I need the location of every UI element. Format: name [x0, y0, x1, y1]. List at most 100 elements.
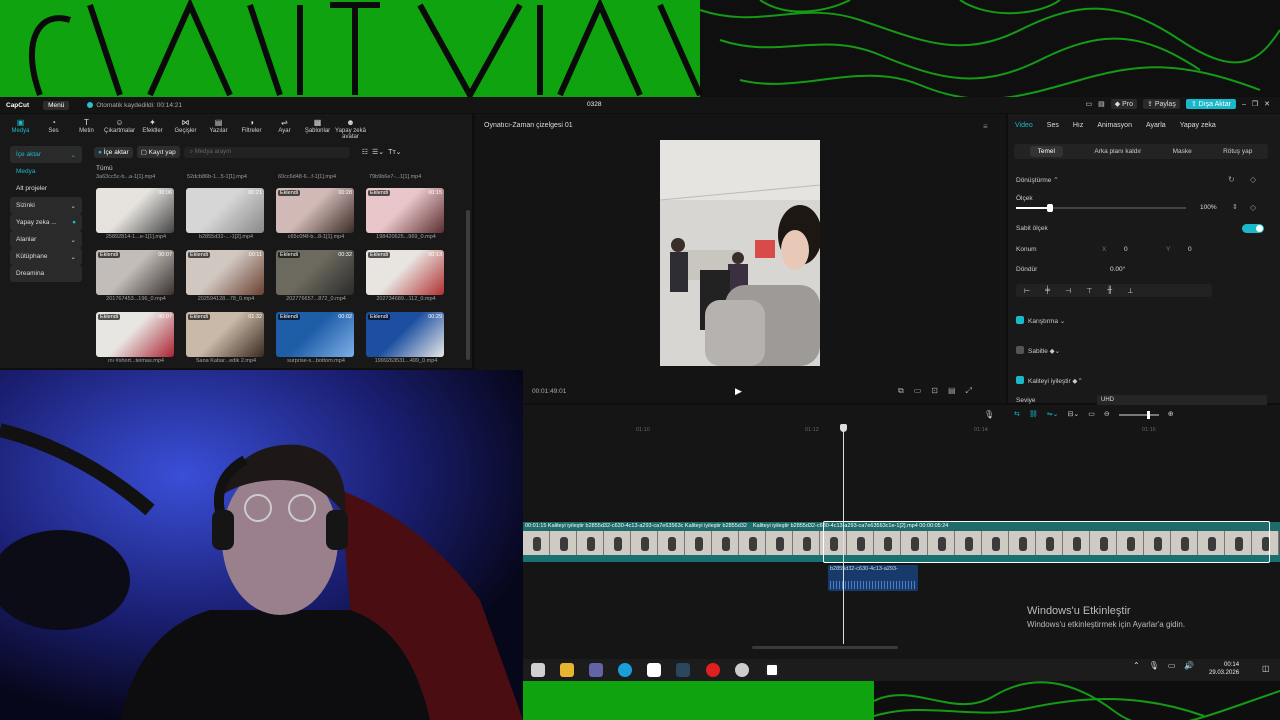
tool-sticker[interactable]: ☺ Çıkartmalar	[103, 118, 136, 140]
tab-video[interactable]: Video	[1015, 122, 1033, 129]
sidebar-item-media[interactable]: Medya	[10, 163, 82, 180]
network-icon[interactable]: ▭	[1168, 661, 1176, 670]
tool-templates[interactable]: ▦ Şablonlar	[301, 118, 334, 140]
scale-slider-handle[interactable]	[1047, 204, 1053, 212]
media-item[interactable]: Eklendi 00:11 202594128...78_0.mp4	[186, 250, 276, 312]
capcut-taskbar-icon[interactable]	[765, 663, 779, 677]
sidebar-item-spaces[interactable]: Alanlar ⌄	[10, 231, 82, 248]
crop-icon[interactable]: ⧉	[898, 386, 904, 396]
subtab-basic[interactable]: Temel	[1029, 146, 1063, 157]
align-middle-icon[interactable]: ╫	[1107, 287, 1112, 294]
record-button[interactable]: ▢ Kayıt yap	[136, 146, 180, 158]
media-item[interactable]: 00:21 b2855d32-...-1[2].mp4	[186, 188, 276, 250]
media-thumbnail[interactable]: Eklendi 00:32	[276, 250, 354, 295]
chevron-up-icon[interactable]: ⌃	[1133, 661, 1140, 670]
media-thumbnail[interactable]: Eklendi 00:07	[96, 250, 174, 295]
maximize-icon[interactable]: ❐	[1252, 100, 1258, 108]
subtab-mask[interactable]: Maske	[1173, 148, 1192, 155]
media-scrollbar[interactable]	[466, 210, 470, 360]
sort-icon[interactable]: ☰⌄	[372, 148, 384, 156]
media-thumbnail[interactable]: Eklendi 00:29	[366, 312, 444, 357]
transform-header[interactable]: Dönüştürme ⌃	[1016, 176, 1059, 184]
snap-icon[interactable]: ⇋⌄	[1047, 410, 1059, 418]
timeline-scrollbar[interactable]	[752, 646, 898, 649]
play-icon[interactable]: ▶	[735, 386, 742, 397]
layout-icon[interactable]: ▤	[948, 386, 956, 396]
fullscreen-icon[interactable]: ⤢	[966, 386, 972, 396]
magnet-icon[interactable]: ⇆	[1014, 410, 1020, 418]
sidebar-item-import[interactable]: İçe aktar ⌄	[10, 146, 82, 163]
search-input[interactable]: ⌕ Medya arayın	[183, 146, 350, 158]
align-left-icon[interactable]: ⊢	[1024, 287, 1030, 295]
media-thumbnail[interactable]: 00:06	[96, 188, 174, 233]
keyframe-icon[interactable]: ◇	[1250, 203, 1256, 212]
tool-media[interactable]: ▣ Medya	[4, 118, 37, 140]
tool-effects[interactable]: ✦ Efektler	[136, 118, 169, 140]
menu-icon[interactable]: ≡	[983, 122, 988, 131]
zoom-in-icon[interactable]: ⊕	[1168, 410, 1174, 418]
position-x-input[interactable]: 0	[1124, 246, 1128, 253]
tool-captions[interactable]: ▤ Yazılar	[202, 118, 235, 140]
zoom-out-icon[interactable]: ⊖	[1104, 410, 1110, 418]
media-thumbnail[interactable]: Eklendi 00:13	[366, 250, 444, 295]
scale-value[interactable]: 100%	[1200, 204, 1217, 211]
media-thumbnail[interactable]: Eklendi 00:07	[96, 312, 174, 357]
minimize-icon[interactable]: –	[1242, 101, 1246, 108]
preview-axis-icon[interactable]: ⊟⌄	[1068, 410, 1080, 418]
teams-icon[interactable]	[589, 663, 603, 677]
stepper-icon[interactable]: ⇕	[1232, 203, 1238, 211]
steam-icon[interactable]	[676, 663, 690, 677]
media-thumbnail[interactable]: Eklendi 00:15	[366, 188, 444, 233]
monitor-icon[interactable]: ▤	[1098, 100, 1105, 108]
enhance-section[interactable]: Kaliteyi iyileştir ◆⌃	[1016, 376, 1083, 385]
close-icon[interactable]: ✕	[1264, 100, 1270, 108]
playhead[interactable]	[843, 424, 844, 644]
media-item[interactable]: 00:06 25892814-1...e-1[1].mp4	[96, 188, 186, 250]
media-thumbnail[interactable]: Eklendi 00:28	[276, 188, 354, 233]
tool-adjust[interactable]: ⇌ Ayar	[268, 118, 301, 140]
uniform-scale-toggle[interactable]	[1242, 224, 1264, 233]
align-bottom-icon[interactable]: ⊥	[1127, 287, 1133, 295]
align-top-icon[interactable]: ⊤	[1086, 287, 1092, 295]
screenshot-icon[interactable]: ⊡	[931, 386, 938, 396]
ratio-icon[interactable]: ▭	[914, 386, 922, 396]
reset-icon[interactable]: ↻	[1228, 175, 1235, 184]
sidebar-item-yours[interactable]: Sizinki ⌄	[10, 197, 82, 214]
notification-icon[interactable]: ◫	[1262, 664, 1270, 673]
sidebar-item-ai[interactable]: Yapay zeka ... ●	[10, 214, 82, 231]
tool-text[interactable]: T Metin	[70, 118, 103, 140]
position-y-input[interactable]: 0	[1188, 246, 1192, 253]
microphone-icon[interactable]: 🎙	[984, 410, 994, 419]
sidebar-item-library[interactable]: Kütüphane ⌄	[10, 248, 82, 265]
tab-ai[interactable]: Yapay zeka	[1180, 122, 1216, 129]
edge-icon[interactable]	[618, 663, 632, 677]
task-view-icon[interactable]	[531, 663, 545, 677]
blend-section[interactable]: Karıştırma ⌄	[1016, 316, 1065, 325]
tab-adjust[interactable]: Ayarla	[1146, 122, 1166, 129]
tab-animation[interactable]: Animasyon	[1097, 122, 1132, 129]
file-explorer-icon[interactable]	[560, 663, 574, 677]
tab-speed[interactable]: Hız	[1073, 122, 1084, 129]
subtitle-icon[interactable]: ▭	[1088, 410, 1095, 418]
tab-audio[interactable]: Ses	[1047, 122, 1059, 129]
media-item[interactable]: Eklendi 00:32 202776657...872_0.mp4	[276, 250, 366, 312]
audio-clip[interactable]: b2855d32-c630-4c13-a293-	[828, 565, 918, 591]
link-icon[interactable]: ⛓	[1029, 410, 1038, 418]
media-item[interactable]: Eklendi 01:32 Sana Kabar...edik 2.mp4	[186, 312, 276, 374]
taskbar-clock[interactable]: 00:14 29.03.2026	[1209, 661, 1239, 677]
tool-audio[interactable]: ◔ Ses	[37, 118, 70, 140]
media-thumbnail[interactable]: 00:21	[186, 188, 264, 233]
media-thumbnail[interactable]: Eklendi 00:02	[276, 312, 354, 357]
filter-icon[interactable]: Tт⌄	[388, 148, 401, 156]
media-item[interactable]: Eklendi 00:02 surprise-s...bottom.mp4	[276, 312, 366, 374]
media-thumbnail[interactable]: Eklendi 00:11	[186, 250, 264, 295]
media-item[interactable]: Eklendi 00:29 1999263531...499_0.mp4	[366, 312, 456, 374]
media-item[interactable]: Eklendi 00:13 202734689...112_0.mp4	[366, 250, 456, 312]
sidebar-item-subprojects[interactable]: Alt projeler	[10, 180, 82, 197]
import-button[interactable]: ● İçe aktar	[94, 146, 133, 158]
rotate-input[interactable]: 0.00°	[1110, 266, 1125, 273]
video-preview[interactable]	[660, 140, 820, 366]
zoom-slider[interactable]	[1118, 411, 1159, 419]
stabilize-section[interactable]: Sabitle ◆⌄	[1016, 346, 1060, 355]
media-item[interactable]: Eklendi 00:28 c65c0f4f-b...8-1[1].mp4	[276, 188, 366, 250]
